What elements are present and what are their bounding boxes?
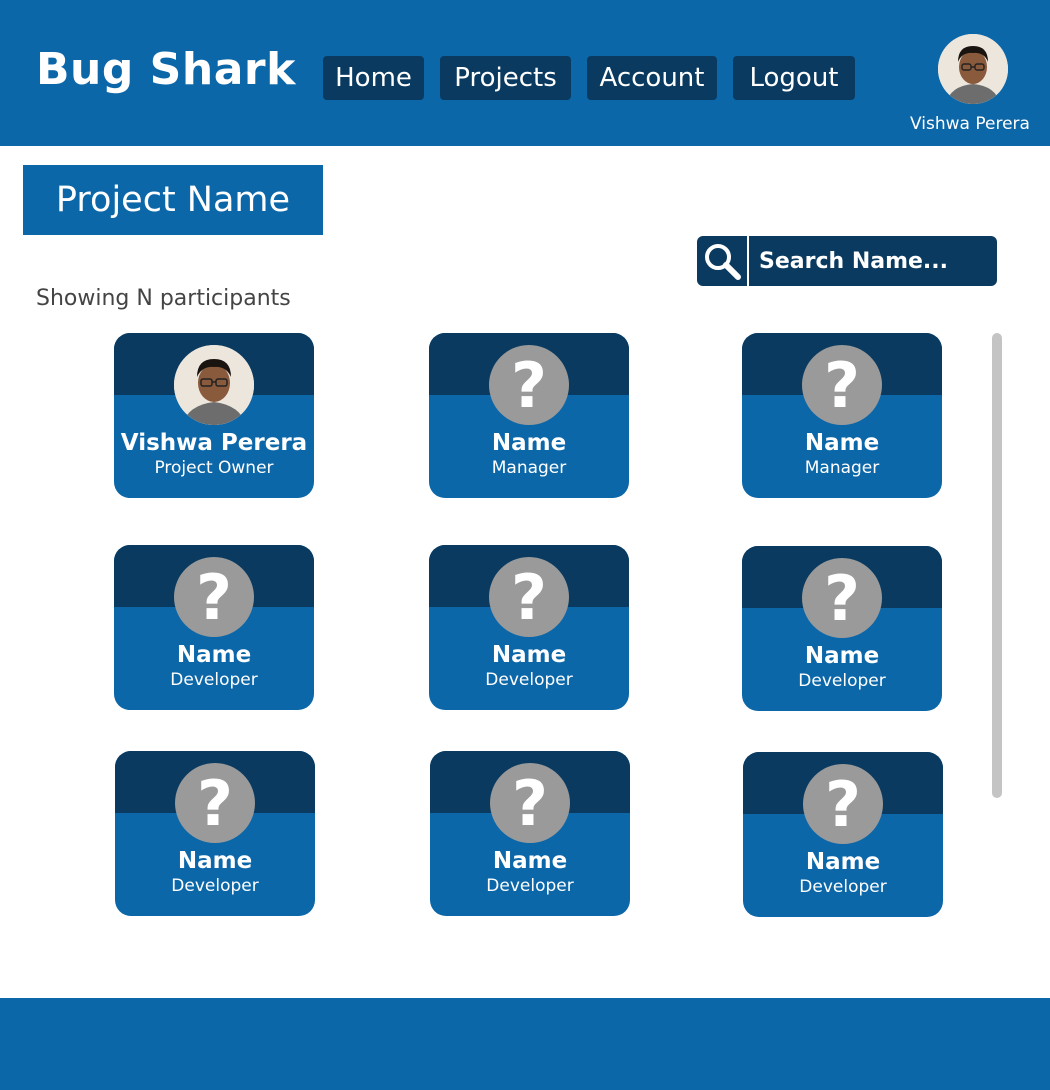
nav-projects-button[interactable]: Projects <box>440 56 571 100</box>
participant-role: Developer <box>485 670 573 690</box>
nav-logout-button[interactable]: Logout <box>733 56 855 100</box>
participant-role: Developer <box>799 877 887 897</box>
placeholder-avatar-icon: ? <box>803 764 883 844</box>
placeholder-avatar-icon: ? <box>489 345 569 425</box>
placeholder-avatar-icon: ? <box>175 763 255 843</box>
participant-card[interactable]: ? Name Developer <box>430 751 630 916</box>
participant-name: Name <box>804 430 880 456</box>
question-mark-icon: ? <box>512 767 548 840</box>
search-button[interactable] <box>697 236 749 286</box>
participants-scrollbar[interactable] <box>992 333 1002 798</box>
placeholder-avatar-icon: ? <box>489 557 569 637</box>
project-title: Project Name <box>23 165 323 235</box>
top-header: Bug Shark Home Projects Account Logout V… <box>0 0 1050 146</box>
participant-card[interactable]: ? Name Developer <box>429 545 629 710</box>
participant-name: Name <box>805 849 881 875</box>
nav-account-button[interactable]: Account <box>587 56 717 100</box>
participant-role: Developer <box>486 876 574 896</box>
participant-role: Developer <box>798 671 886 691</box>
placeholder-avatar-icon: ? <box>802 345 882 425</box>
search-input[interactable] <box>751 236 995 286</box>
participant-card[interactable]: ? Name Manager <box>429 333 629 498</box>
question-mark-icon: ? <box>196 561 232 634</box>
participant-avatar <box>174 345 254 425</box>
participant-name: Name <box>177 848 253 874</box>
question-mark-icon: ? <box>824 349 860 422</box>
participant-name: Name <box>804 643 880 669</box>
participant-role: Developer <box>171 876 259 896</box>
participant-card[interactable]: ? Name Developer <box>114 545 314 710</box>
participant-role: Manager <box>491 458 567 478</box>
question-mark-icon: ? <box>825 768 861 841</box>
question-mark-icon: ? <box>511 349 547 422</box>
brand-logo-text[interactable]: Bug Shark <box>36 44 296 95</box>
participant-role: Developer <box>170 670 258 690</box>
user-avatar[interactable] <box>938 34 1008 104</box>
participant-card[interactable]: ? Name Developer <box>742 546 942 711</box>
search-icon <box>705 244 741 280</box>
nav-home-button[interactable]: Home <box>323 56 424 100</box>
question-mark-icon: ? <box>511 561 547 634</box>
question-mark-icon: ? <box>197 767 233 840</box>
participant-card[interactable]: ? Name Manager <box>742 333 942 498</box>
page-footer <box>0 998 1050 1090</box>
placeholder-avatar-icon: ? <box>490 763 570 843</box>
participant-name: Name <box>492 848 568 874</box>
participants-count-text: Showing N participants <box>36 286 291 311</box>
participant-card[interactable]: ? Name Developer <box>115 751 315 916</box>
participant-role: Project Owner <box>154 458 274 478</box>
participant-role: Manager <box>804 458 880 478</box>
search-bar <box>697 236 997 286</box>
participant-name: Vishwa Perera <box>120 430 308 456</box>
placeholder-avatar-icon: ? <box>174 557 254 637</box>
participant-name: Name <box>491 642 567 668</box>
participant-card[interactable]: Vishwa Perera Project Owner <box>114 333 314 498</box>
placeholder-avatar-icon: ? <box>802 558 882 638</box>
participant-photo-icon <box>174 345 254 425</box>
user-photo-icon <box>938 34 1008 104</box>
participant-name: Name <box>176 642 252 668</box>
participant-card[interactable]: ? Name Developer <box>743 752 943 917</box>
user-name-label: Vishwa Perera <box>910 114 1030 134</box>
question-mark-icon: ? <box>824 562 860 635</box>
participant-name: Name <box>491 430 567 456</box>
